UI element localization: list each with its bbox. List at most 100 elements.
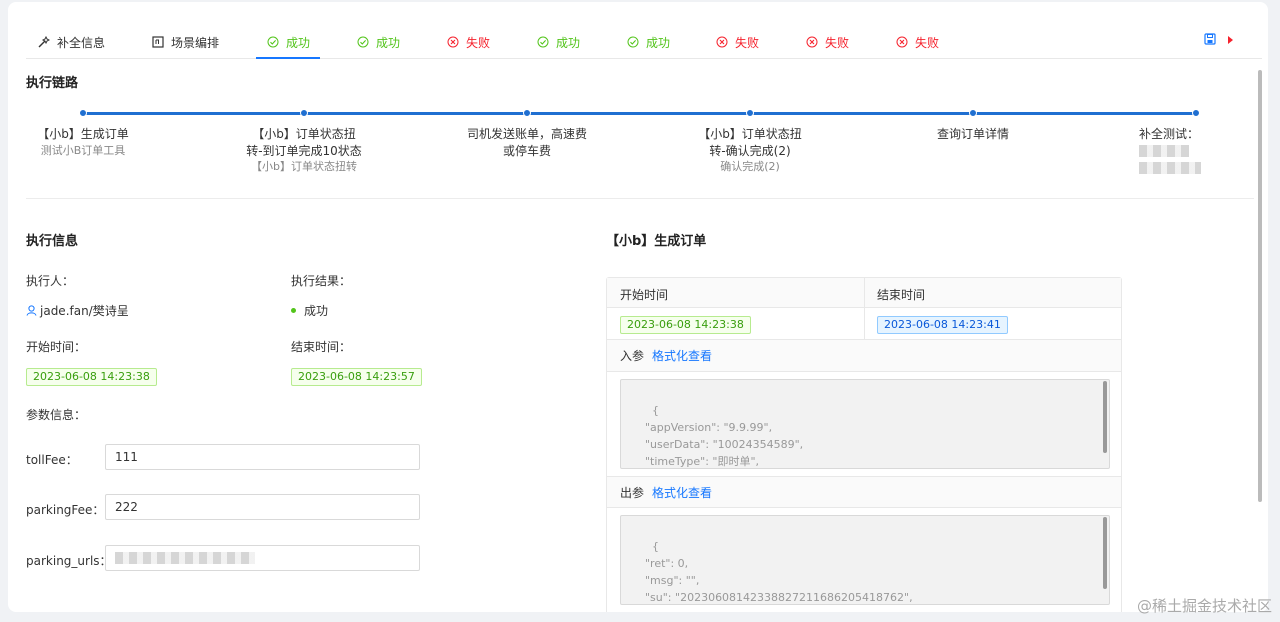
chain-step[interactable]: 补全测试： [1121, 126, 1241, 176]
check-circle-icon [627, 36, 639, 48]
detail-table: 开始时间 结束时间 2023-06-08 14:23:38 2023-06-08… [606, 277, 1122, 612]
end-time-tag: 2023-06-08 14:23:57 [291, 368, 422, 386]
end-time-header: 结束时间 [877, 288, 926, 302]
success-dot [291, 308, 296, 313]
result-text: 成功 [304, 304, 329, 318]
chain-step[interactable]: 【小b】订单状态扭 转-到订单完成10状态 【小b】订单状态扭转 [229, 126, 379, 176]
chain-step-subtitle: 【小b】订单状态扭转 [251, 160, 357, 173]
main-card: 补全信息 场景编排 成功 成功 失败 成功 成功 失败 失败 失败 执行链路 【… [8, 2, 1268, 612]
execution-chain: 【小b】生成订单 测试小B订单工具 【小b】订单状态扭 转-到订单完成10状态 … [26, 106, 1246, 186]
tab-scene[interactable]: 场景编排 [152, 32, 219, 52]
tab-label: 成功 [556, 35, 581, 50]
end-time-value: 2023-06-08 14:23:57 [291, 368, 422, 386]
tab-result-4[interactable]: 成功 [537, 32, 580, 52]
tab-result-5[interactable]: 成功 [627, 32, 670, 52]
column-divider [864, 278, 865, 340]
active-tab-indicator [256, 57, 320, 59]
chain-step[interactable]: 查询订单详情 [898, 126, 1048, 143]
info-title: 执行信息 [26, 234, 79, 249]
chain-step-label: 补全测试： [1139, 127, 1200, 141]
param-name-parking-urls: parking_urls： [26, 554, 112, 568]
tab-result-3[interactable]: 失败 [447, 32, 490, 52]
chain-node[interactable] [746, 109, 754, 117]
param-name-tollfee: tollFee： [26, 453, 78, 467]
chain-step-subtitle: 确认完成(2) [720, 160, 780, 173]
parking-urls-input[interactable] [105, 545, 420, 571]
chain-step-title: 补全测试： [1121, 126, 1241, 159]
tab-result-1[interactable]: 成功 [267, 32, 310, 52]
result-label: 执行结果： [291, 274, 352, 288]
chain-step-title: 转-到订单完成10状态 [246, 143, 362, 158]
detail-end-tag: 2023-06-08 14:23:41 [877, 316, 1008, 334]
tollfee-input[interactable]: 111 [105, 444, 420, 470]
start-time-tag: 2023-06-08 14:23:38 [26, 368, 157, 386]
start-time-label: 开始时间： [26, 340, 87, 354]
chain-node[interactable] [969, 109, 977, 117]
tab-fill-info[interactable]: 补全信息 [38, 32, 105, 52]
output-format-link[interactable]: 格式化查看 [652, 484, 712, 501]
tab-label: 失败 [466, 35, 491, 50]
caret-right-icon[interactable] [1226, 34, 1234, 48]
chain-step-title: 转-确认完成(2) [709, 143, 791, 158]
section-divider [26, 198, 1254, 199]
tab-label: 成功 [286, 35, 311, 50]
tab-result-8[interactable]: 失败 [896, 32, 939, 52]
output-params-header: 出参 格式化查看 [607, 476, 1121, 508]
output-params-code[interactable]: { "ret": 0, "msg": "", "su": "2023060814… [620, 515, 1110, 605]
tab-bar: 补全信息 场景编排 成功 成功 失败 成功 成功 失败 失败 失败 [26, 24, 1262, 59]
chain-step[interactable]: 司机发送账单，高速费 或停车费 [452, 126, 602, 159]
input-value: 111 [115, 450, 138, 464]
chain-step-title: 【小b】订单状态扭 [252, 127, 356, 141]
chain-step[interactable]: 【小b】订单状态扭 转-确认完成(2) 确认完成(2) [675, 126, 825, 176]
output-params-label: 出参 [620, 485, 645, 500]
tab-label: 成功 [646, 35, 671, 50]
save-icon[interactable] [1204, 33, 1216, 48]
redacted-text [115, 552, 255, 564]
detail-start-tag: 2023-06-08 14:23:38 [620, 316, 751, 334]
input-params-code[interactable]: { "appVersion": "9.9.99", "userData": "1… [620, 379, 1110, 469]
chain-node[interactable] [523, 109, 531, 117]
code-scrollbar[interactable] [1103, 517, 1107, 589]
tab-extra [1204, 33, 1234, 48]
grid-icon [152, 36, 164, 48]
redacted-text [1139, 145, 1189, 157]
input-params-header: 入参 格式化查看 [607, 340, 1121, 372]
chain-step-subtitle: 测试小B订单工具 [40, 143, 126, 157]
chain-node[interactable] [300, 109, 308, 117]
tab-label: 补全信息 [57, 35, 106, 50]
detail-end-cell: 2023-06-08 14:23:41 [877, 316, 1008, 334]
chain-title: 执行链路 [26, 76, 79, 91]
check-circle-icon [357, 36, 369, 48]
tab-result-2[interactable]: 成功 [357, 32, 400, 52]
chain-node[interactable] [1192, 109, 1200, 117]
input-format-link[interactable]: 格式化查看 [652, 347, 712, 364]
chain-step-title: 司机发送账单，高速费 [466, 127, 587, 141]
code-scrollbar[interactable] [1103, 381, 1107, 453]
output-code-text: { "ret": 0, "msg": "", "su": "2023060814… [644, 540, 913, 604]
detail-start-cell: 2023-06-08 14:23:38 [620, 316, 751, 334]
chain-step-title: 【小b】生成订单 [37, 127, 129, 141]
chain-step[interactable]: 【小b】生成订单 测试小B订单工具 [8, 126, 158, 159]
executor-value: jade.fan/樊诗呈 [26, 302, 129, 319]
wand-icon [38, 36, 50, 48]
start-time-header: 开始时间 [620, 288, 669, 302]
input-value: 222 [115, 500, 138, 514]
tab-result-7[interactable]: 失败 [806, 32, 849, 52]
close-circle-icon [806, 36, 818, 48]
close-circle-icon [896, 36, 908, 48]
input-code-text: { "appVersion": "9.9.99", "userData": "1… [644, 404, 804, 468]
input-params-label: 入参 [620, 349, 645, 363]
user-icon [26, 305, 37, 316]
chain-node[interactable] [79, 109, 87, 117]
check-circle-icon [267, 36, 279, 48]
tab-label: 场景编排 [171, 35, 220, 50]
end-time-label: 结束时间： [291, 340, 352, 354]
tab-label: 失败 [825, 35, 850, 50]
executor-label: 执行人： [26, 274, 75, 288]
tab-result-6[interactable]: 失败 [716, 32, 759, 52]
start-time-value: 2023-06-08 14:23:38 [26, 368, 157, 386]
page-scrollbar[interactable] [1258, 70, 1262, 502]
param-name-parkingfee: parkingFee： [26, 503, 105, 517]
detail-title: 【小b】生成订单 [606, 234, 707, 249]
parkingfee-input[interactable]: 222 [105, 494, 420, 520]
